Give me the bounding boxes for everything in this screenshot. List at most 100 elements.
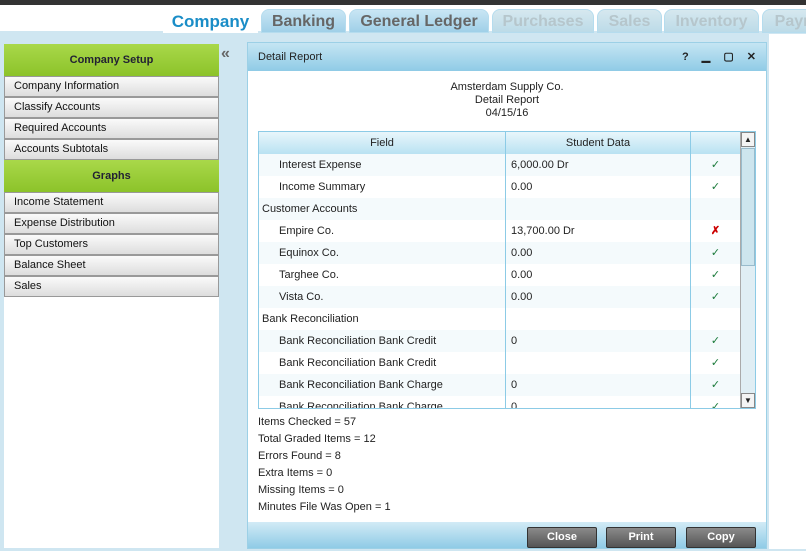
sidebar-section-header[interactable]: Company Setup: [4, 44, 219, 76]
sidebar-item-top-customers[interactable]: Top Customers: [4, 234, 219, 255]
company-name: Amsterdam Supply Co.: [450, 81, 564, 93]
help-icon[interactable]: ?: [682, 51, 689, 63]
table-row[interactable]: Bank Reconciliation: [259, 308, 755, 330]
field-cell: Equinox Co.: [259, 242, 506, 264]
summary-line: Errors Found = 8: [258, 450, 341, 462]
field-cell: Interest Expense: [259, 154, 506, 176]
student-data-cell: 0.00: [506, 264, 691, 286]
table-row[interactable]: Bank Reconciliation Bank Charge 0 ✓: [259, 396, 755, 408]
table-row[interactable]: Equinox Co. 0.00 ✓: [259, 242, 755, 264]
student-data-cell: 0.00: [506, 242, 691, 264]
tab-general-ledger[interactable]: General Ledger: [349, 9, 489, 33]
table-header: Field Student Data: [259, 132, 755, 154]
sidebar-item-income-statement[interactable]: Income Statement: [4, 192, 219, 213]
student-data-cell: 0: [506, 396, 691, 408]
scroll-down-icon[interactable]: ▼: [741, 393, 755, 408]
close-icon[interactable]: ✕: [747, 51, 756, 63]
error-x-icon: ✗: [691, 220, 741, 242]
field-cell: Bank Reconciliation Bank Charge: [259, 396, 506, 408]
check-icon: ✓: [691, 330, 741, 352]
sidebar: Company Setup Company Information Classify…: [4, 44, 219, 548]
report-table: Field Student Data Interest Expense 6,00…: [258, 131, 756, 409]
table-row[interactable]: Empire Co. 13,700.00 Dr ✗: [259, 220, 755, 242]
status-cell: [691, 308, 741, 330]
check-icon: ✓: [691, 286, 741, 308]
sidebar-item-accounts-subtotals[interactable]: Accounts Subtotals: [4, 139, 219, 160]
student-data-cell: [506, 308, 691, 330]
check-icon: ✓: [691, 242, 741, 264]
field-cell: Empire Co.: [259, 220, 506, 242]
table-row[interactable]: Interest Expense 6,000.00 Dr ✓: [259, 154, 755, 176]
student-data-cell: [506, 352, 691, 374]
sidebar-section-header[interactable]: Graphs: [4, 160, 219, 192]
check-icon: ✓: [691, 396, 741, 408]
right-pane: [769, 34, 806, 549]
sidebar-item-required-accounts[interactable]: Required Accounts: [4, 118, 219, 139]
scroll-thumb[interactable]: [741, 148, 755, 266]
tab-sales: Sales: [597, 9, 662, 33]
tab-bar: Company Banking General Ledger Purchases Sal…: [0, 5, 806, 33]
student-data-cell: [506, 198, 691, 220]
field-cell: Vista Co.: [259, 286, 506, 308]
student-data-cell: 0.00: [506, 176, 691, 198]
student-data-cell: 0: [506, 330, 691, 352]
table-row[interactable]: Vista Co. 0.00 ✓: [259, 286, 755, 308]
scroll-up-icon[interactable]: ▲: [741, 132, 755, 147]
field-cell: Customer Accounts: [259, 198, 506, 220]
close-button[interactable]: Close: [527, 527, 597, 548]
collapse-sidebar-icon[interactable]: «: [221, 45, 230, 63]
table-row[interactable]: Bank Reconciliation Bank Charge 0 ✓: [259, 374, 755, 396]
summary-line: Extra Items = 0: [258, 467, 333, 479]
student-data-cell: 6,000.00 Dr: [506, 154, 691, 176]
table-row[interactable]: Bank Reconciliation Bank Credit ✓: [259, 352, 755, 374]
tab-payr: Payr: [762, 9, 806, 33]
field-cell: Income Summary: [259, 176, 506, 198]
check-icon: ✓: [691, 154, 741, 176]
table-row[interactable]: Bank Reconciliation Bank Credit 0 ✓: [259, 330, 755, 352]
table-row[interactable]: Targhee Co. 0.00 ✓: [259, 264, 755, 286]
column-header-status: [691, 132, 741, 154]
summary-line: Total Graded Items = 12: [258, 433, 376, 445]
report-date: 04/15/16: [485, 107, 529, 119]
window-footer: Close Print Copy: [248, 522, 766, 548]
tab-banking[interactable]: Banking: [261, 9, 346, 33]
summary-line: Missing Items = 0: [258, 484, 344, 496]
table-row[interactable]: Customer Accounts: [259, 198, 755, 220]
window-title-bar[interactable]: Detail Report ? ▁ ▢ ✕: [248, 43, 766, 71]
tab-purchases: Purchases: [492, 9, 594, 33]
sidebar-item-expense-distribution[interactable]: Expense Distribution: [4, 213, 219, 234]
check-icon: ✓: [691, 374, 741, 396]
summary-line: Minutes File Was Open = 1: [258, 501, 391, 513]
summary-line: Items Checked = 57: [258, 416, 357, 428]
tab-company[interactable]: Company: [163, 9, 258, 33]
sidebar-item-classify-accounts[interactable]: Classify Accounts: [4, 97, 219, 118]
table-row[interactable]: Income Summary 0.00 ✓: [259, 176, 755, 198]
check-icon: ✓: [691, 352, 741, 374]
sidebar-item-sales[interactable]: Sales: [4, 276, 219, 297]
check-icon: ✓: [691, 264, 741, 286]
column-header-student-data: Student Data: [506, 132, 691, 154]
report-name: Detail Report: [474, 94, 540, 106]
detail-report-window: Detail Report ? ▁ ▢ ✕ Amsterdam Supply C…: [247, 42, 767, 549]
check-icon: ✓: [691, 176, 741, 198]
student-data-cell: 13,700.00 Dr: [506, 220, 691, 242]
field-cell: Targhee Co.: [259, 264, 506, 286]
minimize-icon[interactable]: ▁: [702, 51, 710, 63]
student-data-cell: 0.00: [506, 286, 691, 308]
field-cell: Bank Reconciliation Bank Credit: [259, 330, 506, 352]
vertical-scrollbar[interactable]: ▲ ▼: [740, 132, 755, 408]
field-cell: Bank Reconciliation: [259, 308, 506, 330]
field-cell: Bank Reconciliation Bank Credit: [259, 352, 506, 374]
window-title: Detail Report: [258, 51, 323, 63]
tab-inventory: Inventory: [664, 9, 759, 33]
copy-button[interactable]: Copy: [686, 527, 756, 548]
print-button[interactable]: Print: [606, 527, 676, 548]
sidebar-item-company-information[interactable]: Company Information: [4, 76, 219, 97]
report-summary: Items Checked = 57 Total Graded Items = 1…: [258, 414, 391, 516]
maximize-icon[interactable]: ▢: [723, 51, 733, 63]
field-cell: Bank Reconciliation Bank Charge: [259, 374, 506, 396]
column-header-field: Field: [259, 132, 506, 154]
student-data-cell: 0: [506, 374, 691, 396]
status-cell: [691, 198, 741, 220]
sidebar-item-balance-sheet[interactable]: Balance Sheet: [4, 255, 219, 276]
